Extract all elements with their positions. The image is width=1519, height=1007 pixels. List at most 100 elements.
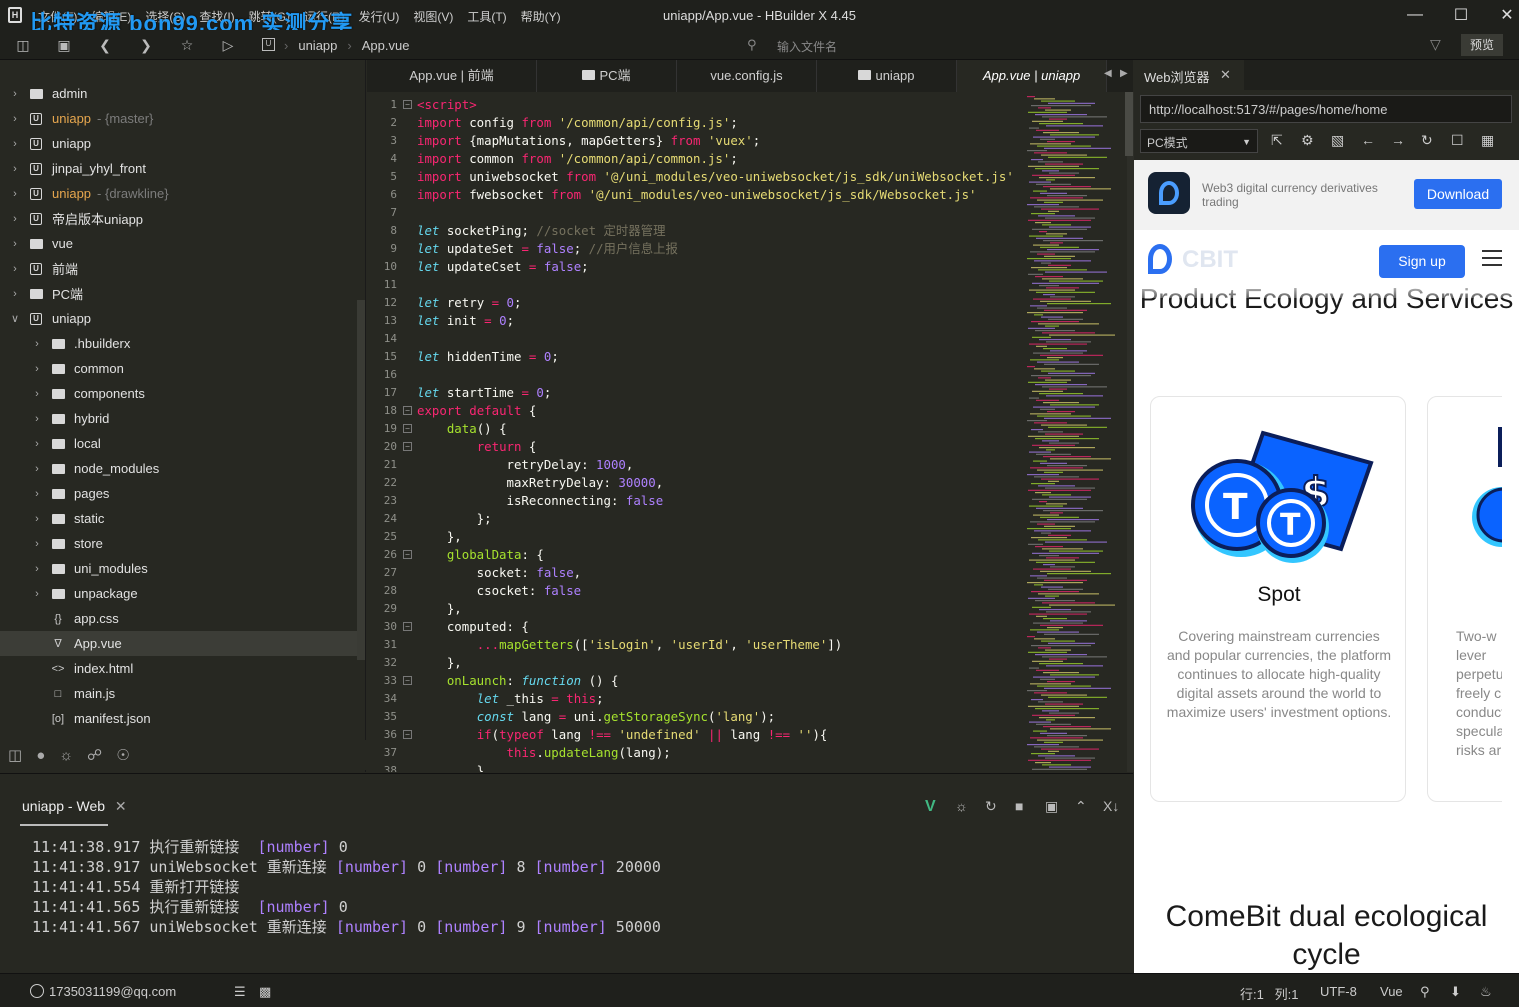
preview-button[interactable]: 预览 (1461, 34, 1503, 56)
chevron-right-icon[interactable]: › (30, 388, 44, 400)
tree-item[interactable]: › store (0, 531, 357, 556)
download-status-icon[interactable]: ⬇ (1450, 984, 1461, 1000)
editor-tab[interactable]: App.vue | 前端 (367, 60, 537, 92)
code-line[interactable]: 1− <script> (367, 96, 1027, 114)
code-line[interactable]: 25 }, (367, 528, 1027, 546)
close-window-button[interactable]: ✕ (1484, 0, 1519, 30)
globe-icon[interactable]: ☉ (116, 746, 129, 764)
back-icon[interactable]: ❮ (96, 36, 114, 54)
fold-icon[interactable]: − (403, 622, 412, 631)
tab-scroll-left-icon[interactable]: ◀ (1104, 68, 1112, 79)
code-line[interactable]: 21 retryDelay: 1000, (367, 456, 1027, 474)
editor-tab[interactable]: uniapp (817, 60, 957, 92)
tree-item[interactable]: › static (0, 506, 357, 531)
chevron-right-icon[interactable]: › (30, 338, 44, 350)
chevron-right-icon[interactable]: › (30, 463, 44, 475)
code-line[interactable]: 17 let startTime = 0; (367, 384, 1027, 402)
tree-item[interactable]: [o] manifest.json (0, 706, 357, 731)
chevron-right-icon[interactable]: › (30, 413, 44, 425)
close-browser-tab-icon[interactable]: ✕ (1220, 67, 1231, 83)
code-line[interactable]: 26− globalData: { (367, 546, 1027, 564)
close-console-tab-icon[interactable]: ✕ (115, 798, 127, 814)
tree-item[interactable]: › Uuniapp - {master} (0, 106, 357, 131)
fold-icon[interactable]: − (403, 442, 412, 451)
code-line[interactable]: 7 (367, 204, 1027, 222)
back-arrow-icon[interactable]: ← (1361, 132, 1375, 148)
code-line[interactable]: 18− export default { (367, 402, 1027, 420)
code-line[interactable]: 13 let init = 0; (367, 312, 1027, 330)
open-external-icon[interactable]: ⇱ (1271, 132, 1283, 149)
debug-icon[interactable]: ☼ (59, 747, 73, 764)
chevron-right-icon[interactable]: › (30, 513, 44, 525)
chevron-right-icon[interactable]: › (30, 538, 44, 550)
lock-icon[interactable]: ☐ (1451, 132, 1464, 149)
cursor-position[interactable]: 行:1 列:1 (1240, 984, 1299, 1003)
settings-gear-icon[interactable]: ⚙ (1301, 132, 1314, 149)
tree-item[interactable]: › pages (0, 481, 357, 506)
code-line[interactable]: 10 let updateCset = false; (367, 258, 1027, 276)
tree-item[interactable]: › U 帝启版本uniapp (0, 206, 357, 231)
code-line[interactable]: 28 csocket: false (367, 582, 1027, 600)
chevron-right-icon[interactable]: › (8, 138, 22, 150)
fold-icon[interactable]: − (403, 424, 412, 433)
tree-item[interactable]: › common (0, 356, 357, 381)
code-line[interactable]: 29 }, (367, 600, 1027, 618)
editor-scrollbar-thumb[interactable] (1125, 92, 1133, 156)
tree-item[interactable]: › node_modules (0, 456, 357, 481)
product-card-spot[interactable]: $ T T Spot Covering mainstream currencie… (1150, 396, 1406, 802)
encoding[interactable]: UTF-8 (1320, 984, 1357, 999)
editor-tab[interactable]: PC端 (537, 60, 677, 92)
run-icon[interactable]: ▷ (219, 36, 237, 54)
console-tab[interactable]: uniapp - Web ✕ (22, 798, 127, 815)
code-line[interactable]: 22 maxRetryDelay: 30000, (367, 474, 1027, 492)
code-line[interactable]: 24 }; (367, 510, 1027, 528)
code-line[interactable]: 11 (367, 276, 1027, 294)
device-mode-select[interactable]: PC模式 ▼ (1140, 129, 1258, 153)
chevron-right-icon[interactable]: › (8, 238, 22, 250)
forward-icon[interactable]: ❯ (137, 36, 155, 54)
console-icon[interactable]: ▧ (1331, 132, 1344, 149)
editor-tab[interactable]: vue.config.js (677, 60, 817, 92)
chevron-right-icon[interactable]: › (8, 263, 22, 275)
tree-item[interactable]: □ main.js (0, 681, 357, 706)
fold-icon[interactable]: − (403, 550, 412, 559)
code-line[interactable]: 20− return { (367, 438, 1027, 456)
tree-item[interactable]: › U 前端 (0, 256, 357, 281)
qr-code-icon[interactable]: ▦ (1481, 132, 1494, 149)
code-line[interactable]: 36− if(typeof lang !== 'undefined' || la… (367, 726, 1027, 744)
chevron-right-icon[interactable]: › (30, 438, 44, 450)
tree-item[interactable]: <> index.html (0, 656, 357, 681)
code-line[interactable]: 3 import {mapMutations, mapGetters} from … (367, 132, 1027, 150)
tree-item[interactable]: › admin (0, 81, 357, 106)
code-line[interactable]: 27 socket: false, (367, 564, 1027, 582)
minimize-button[interactable]: — (1392, 0, 1438, 30)
chevron-right-icon[interactable]: › (8, 163, 22, 175)
code-line[interactable]: 33− onLaunch: function () { (367, 672, 1027, 690)
tree-item[interactable]: › Uuniapp (0, 131, 357, 156)
code-line[interactable]: 9 let updateSet = false; //用户信息上报 (367, 240, 1027, 258)
chevron-right-icon[interactable]: › (8, 213, 22, 225)
extensions-icon[interactable]: ● (36, 747, 45, 764)
chevron-right-icon[interactable]: › (8, 113, 22, 125)
collapse-up-icon[interactable]: ⌃ (1075, 798, 1087, 815)
chevron-right-icon[interactable]: › (8, 88, 22, 100)
chevron-right-icon[interactable]: › (30, 488, 44, 500)
fold-icon[interactable]: − (403, 100, 412, 109)
sidebar-scrollbar[interactable] (357, 300, 365, 660)
tree-item[interactable]: › unpackage (0, 581, 357, 606)
tree-item[interactable]: {} app.css (0, 606, 357, 631)
minimap[interactable] (1025, 92, 1125, 772)
tree-item[interactable]: › components (0, 381, 357, 406)
code-line[interactable]: 34 let _this = this; (367, 690, 1027, 708)
code-line[interactable]: 6 import fwebsocket from '@/uni_modules/v… (367, 186, 1027, 204)
menu-hamburger-icon[interactable] (1482, 250, 1502, 268)
fold-icon[interactable]: − (403, 406, 412, 415)
search-status-icon[interactable]: ⚲ (1420, 984, 1430, 1000)
close-panel-icon[interactable]: X↓ (1103, 798, 1119, 814)
fold-icon[interactable]: − (403, 676, 412, 685)
code-line[interactable]: 4 import common from '/common/api/common.… (367, 150, 1027, 168)
save-icon[interactable]: ▣ (55, 36, 73, 54)
user-account[interactable]: 1735031199@qq.com (49, 984, 176, 999)
code-line[interactable]: 2 import config from '/common/api/config.… (367, 114, 1027, 132)
tab-scroll-right-icon[interactable]: ▶ (1120, 68, 1128, 79)
